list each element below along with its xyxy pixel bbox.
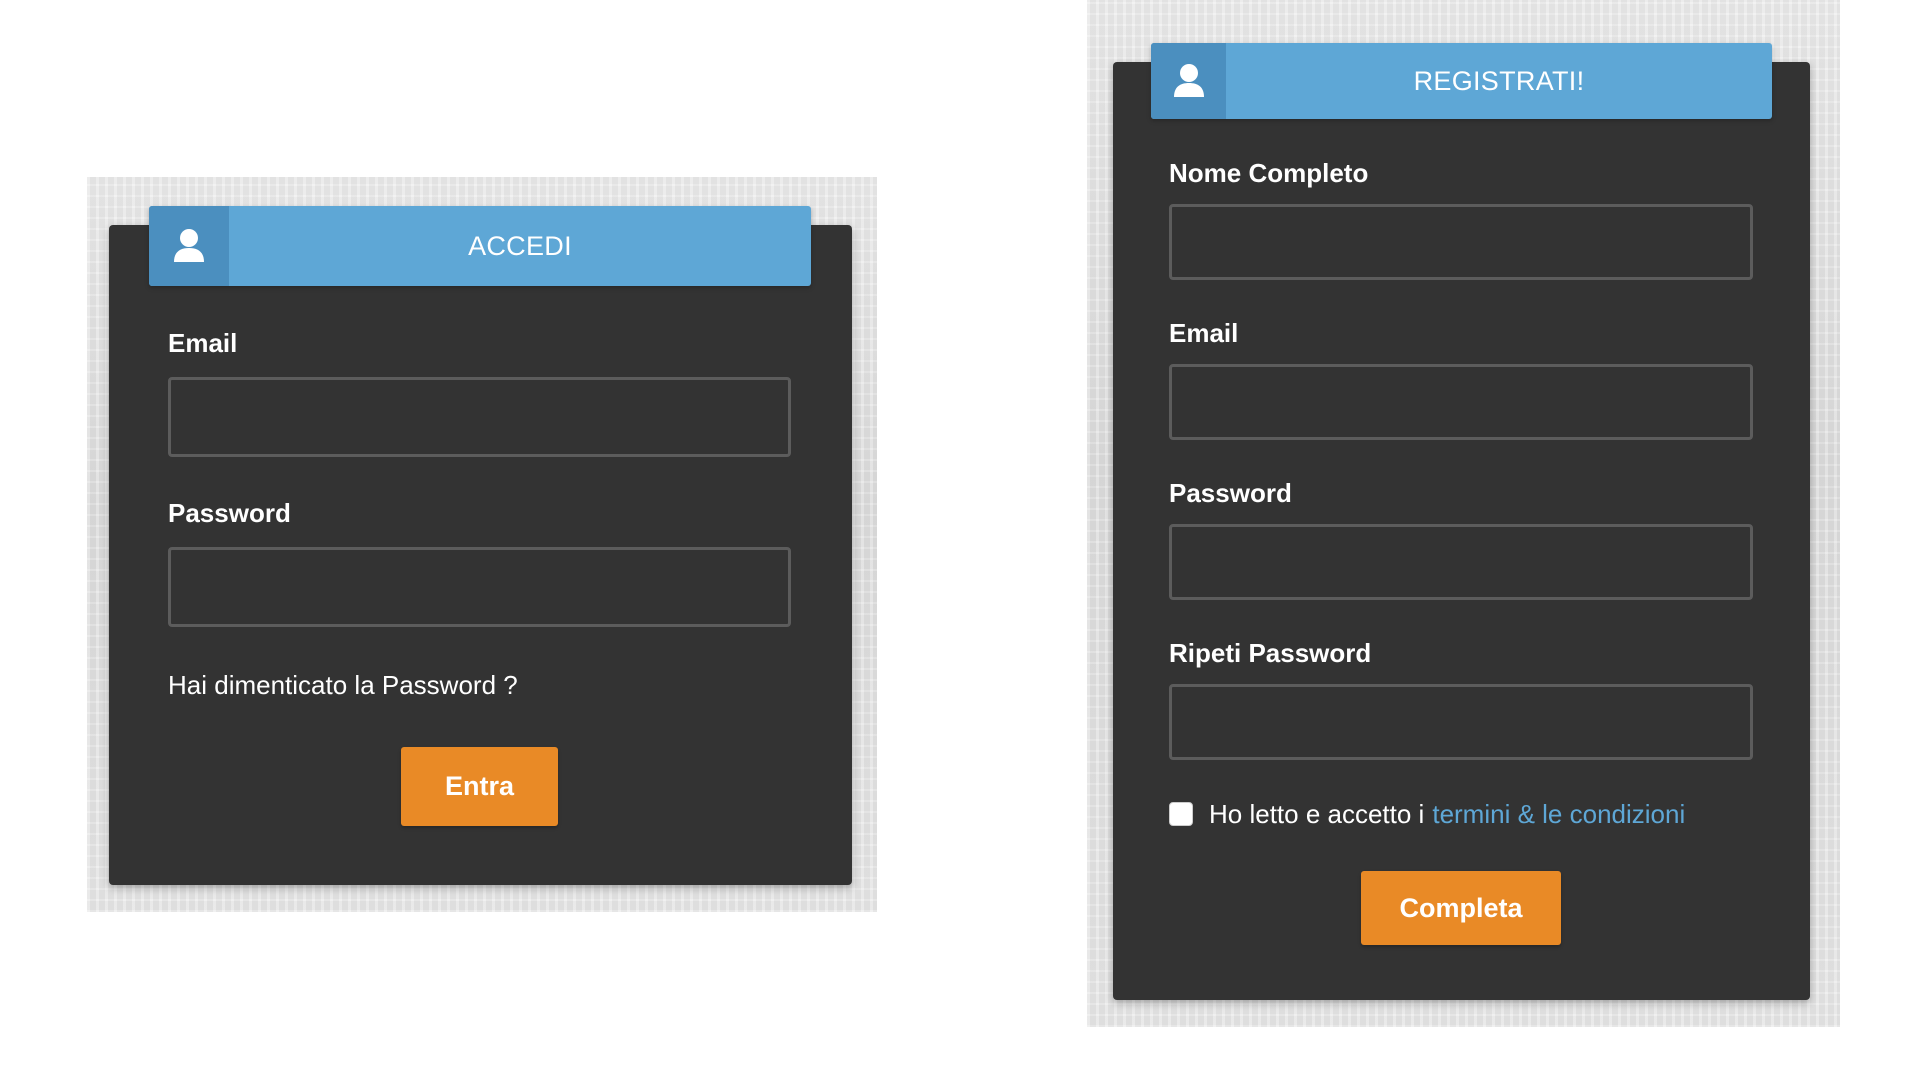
terms-row: Ho letto e accetto i termini & le condiz…	[1169, 797, 1685, 831]
register-full-name-input[interactable]	[1169, 204, 1753, 280]
register-password-label: Password	[1169, 478, 1292, 508]
login-header: ACCEDI	[149, 206, 811, 286]
terms-checkbox[interactable]	[1169, 802, 1193, 826]
register-password-input[interactable]	[1169, 524, 1753, 600]
user-icon	[1173, 64, 1204, 97]
login-title: ACCEDI	[468, 230, 572, 261]
login-submit-button[interactable]: Entra	[401, 747, 558, 826]
register-header-icon-box	[1151, 43, 1226, 119]
register-header: REGISTRATI!	[1151, 43, 1772, 119]
login-password-input[interactable]	[168, 547, 791, 627]
page-stage: ACCEDI Email Password Hai dimenticato la…	[0, 0, 1920, 1080]
register-repeat-password-input[interactable]	[1169, 684, 1753, 760]
register-submit-button[interactable]: Completa	[1361, 871, 1561, 945]
register-repeat-password-label: Ripeti Password	[1169, 638, 1372, 668]
terms-text: Ho letto e accetto i	[1209, 799, 1425, 829]
login-password-label: Password	[168, 498, 291, 528]
register-email-label: Email	[1169, 318, 1239, 348]
terms-link[interactable]: termini & le condizioni	[1432, 799, 1685, 829]
login-header-icon-box	[149, 206, 229, 286]
login-email-label: Email	[168, 328, 238, 358]
register-title: REGISTRATI!	[1413, 65, 1585, 96]
forgot-password-link[interactable]: Hai dimenticato la Password ?	[168, 670, 518, 700]
register-email-input[interactable]	[1169, 364, 1753, 440]
register-full-name-label: Nome Completo	[1169, 158, 1369, 188]
user-icon	[174, 229, 204, 262]
login-email-input[interactable]	[168, 377, 791, 457]
